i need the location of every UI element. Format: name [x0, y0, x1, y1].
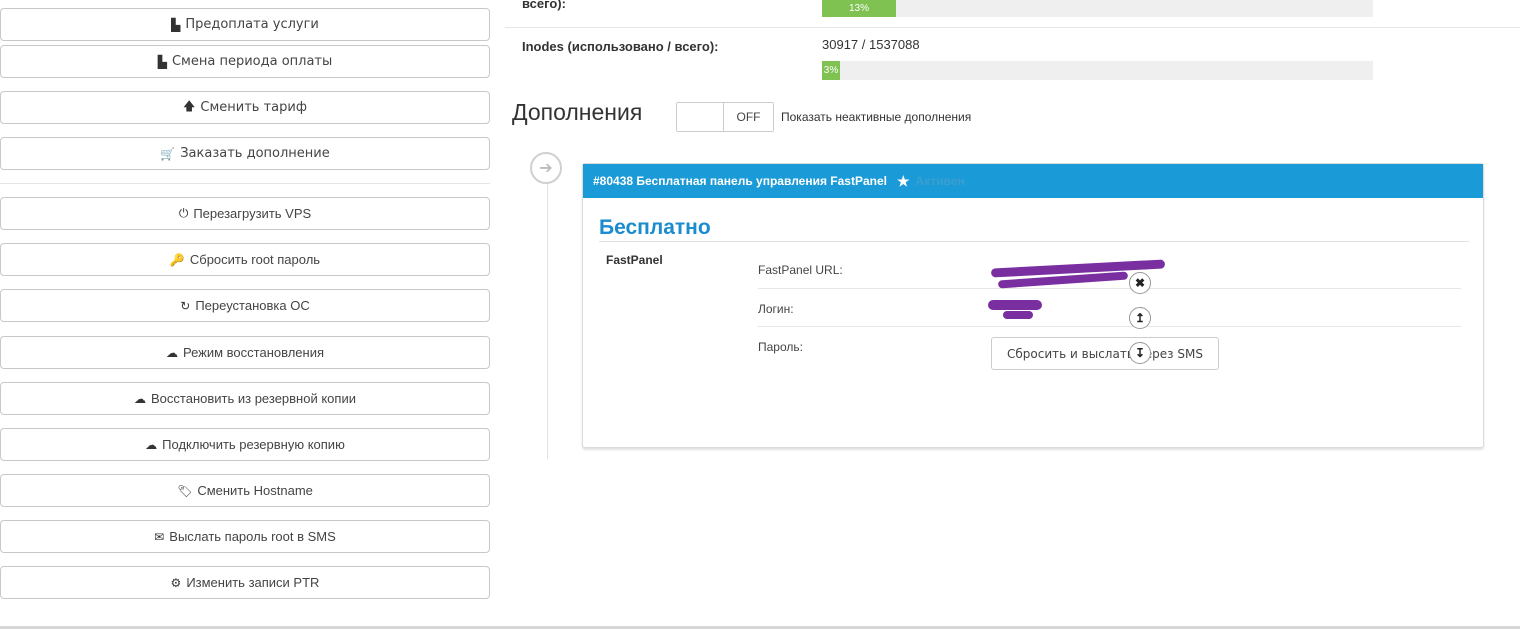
inodes-progress: 3%: [822, 61, 1373, 80]
row-divider: [758, 288, 1461, 289]
tag-icon: 🏷: [177, 483, 193, 498]
timeline-line: [547, 176, 548, 459]
file-icon: ▙: [171, 17, 181, 32]
order-addon-button[interactable]: 🛒 Заказать дополнение: [0, 137, 490, 170]
row-divider: [758, 326, 1461, 327]
reset-root-password-label: Сбросить root пароль: [189, 252, 321, 267]
addon-product-name: FastPanel: [606, 253, 663, 267]
inodes-label: Inodes (использовано / всего):: [522, 39, 719, 54]
addon-panel-header: #80438 Бесплатная панель управления Fast…: [583, 164, 1483, 198]
login-label: Логин:: [758, 302, 794, 316]
addon-panel: #80438 Бесплатная панель управления Fast…: [582, 163, 1484, 448]
mount-backup-button[interactable]: ☁ Подключить резервную копию: [0, 428, 490, 461]
addon-price: Бесплатно: [599, 216, 711, 239]
url-label: FastPanel URL:: [758, 263, 843, 277]
move-down-icon[interactable]: ↧: [1129, 342, 1151, 364]
change-tariff-label: Сменить тариф: [200, 100, 307, 115]
inodes-progress-fill: 3%: [822, 61, 840, 80]
addon-title: #80438 Бесплатная панель управления Fast…: [593, 174, 887, 188]
envelope-icon: ✉: [154, 529, 165, 544]
change-period-label: Смена периода оплаты: [171, 54, 333, 69]
move-up-icon[interactable]: ↥: [1129, 307, 1151, 329]
inactive-addons-toggle[interactable]: OFF: [676, 102, 774, 132]
file-icon: ▙: [157, 54, 167, 69]
inodes-value: 30917 / 1537088: [822, 37, 920, 52]
edit-ptr-label: Изменить записи PTR: [186, 575, 320, 590]
star-icon: ★: [896, 172, 910, 189]
key-icon: 🔑: [169, 252, 185, 267]
change-hostname-label: Сменить Hostname: [197, 483, 313, 498]
reset-password-sms-button[interactable]: Сбросить и выслать через SMS: [991, 337, 1219, 370]
sms-root-password-label: Выслать пароль root в SMS: [169, 529, 336, 544]
toggle-knob[interactable]: [677, 103, 724, 131]
cart-icon: 🛒: [160, 146, 176, 161]
reboot-vps-button[interactable]: ⏻ Перезагрузить VPS: [0, 197, 490, 230]
prepay-label: Предоплата услуги: [185, 17, 319, 32]
change-period-button[interactable]: ▙ Смена периода оплаты: [0, 45, 490, 78]
refresh-icon: ↻: [180, 298, 191, 313]
order-addon-label: Заказать дополнение: [180, 146, 330, 161]
show-inactive-label: Показать неактивные дополнения: [781, 110, 972, 124]
page-bottom-divider: [0, 626, 1520, 629]
restore-backup-button[interactable]: ☁ Восстановить из резервной копии: [0, 382, 490, 415]
recovery-mode-button[interactable]: ☁ Режим восстановления: [0, 336, 490, 369]
sidebar-divider: [0, 183, 490, 184]
reset-root-password-button[interactable]: 🔑 Сбросить root пароль: [0, 243, 490, 276]
sms-root-password-button[interactable]: ✉ Выслать пароль root в SMS: [0, 520, 490, 553]
power-icon: ⏻: [178, 206, 189, 220]
prepay-button[interactable]: ▙ Предоплата услуги: [0, 8, 490, 41]
password-label: Пароль:: [758, 340, 803, 354]
addon-status: Активен: [915, 174, 965, 188]
stats-divider: [505, 27, 1520, 28]
disk-progress-fill: 13%: [822, 0, 896, 17]
price-divider: [599, 241, 1469, 242]
gear-icon: ⚙: [170, 575, 182, 590]
edit-ptr-button[interactable]: ⚙ Изменить записи PTR: [0, 566, 490, 599]
change-hostname-button[interactable]: 🏷 Сменить Hostname: [0, 474, 490, 507]
arrow-right-icon: ➔: [530, 152, 562, 184]
cloud-upload-icon: ☁: [145, 437, 158, 452]
reboot-vps-label: Перезагрузить VPS: [193, 206, 312, 221]
cloud-upload-icon: ☁: [165, 345, 178, 360]
reinstall-os-label: Переустановка ОС: [195, 298, 310, 313]
toggle-state: OFF: [724, 103, 773, 131]
mount-backup-label: Подключить резервную копию: [162, 437, 345, 452]
reinstall-os-button[interactable]: ↻ Переустановка ОС: [0, 289, 490, 322]
disk-label: всего):: [522, 0, 566, 11]
arrow-up-icon: 🡅: [183, 99, 196, 113]
change-tariff-button[interactable]: 🡅 Сменить тариф: [0, 91, 490, 124]
redacted-login: [988, 300, 1042, 310]
addons-title: Дополнения: [512, 99, 643, 125]
restore-backup-label: Восстановить из резервной копии: [151, 391, 356, 406]
redacted-login-2: [1003, 311, 1033, 319]
cloud-upload-icon: ☁: [134, 391, 147, 406]
disk-progress: 13%: [822, 0, 1373, 17]
close-icon[interactable]: ✖: [1129, 272, 1151, 294]
recovery-mode-label: Режим восстановления: [182, 345, 325, 360]
